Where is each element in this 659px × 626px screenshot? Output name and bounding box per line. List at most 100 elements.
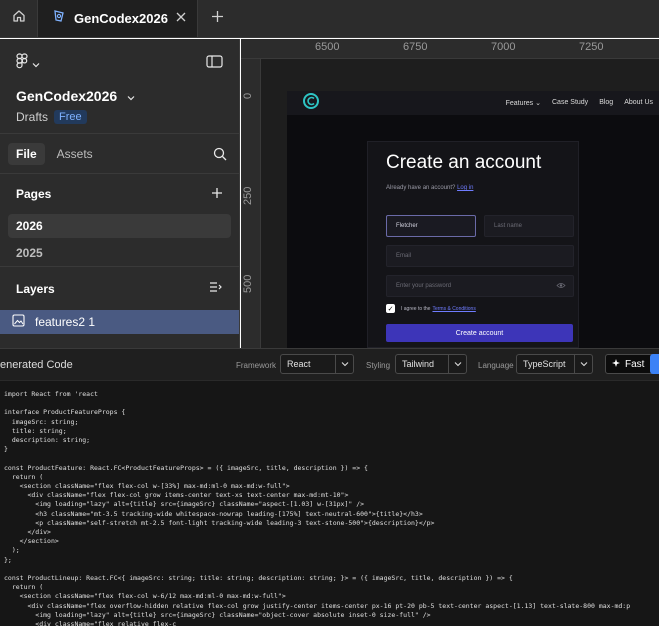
image-icon	[12, 314, 25, 330]
tab-assets[interactable]: Assets	[49, 143, 101, 165]
signup-subtitle: Already have an account? Log in	[386, 185, 473, 191]
ruler-tick: 7250	[579, 41, 604, 53]
eye-icon	[556, 282, 566, 291]
pages-heading: Pages	[16, 187, 52, 201]
project-header: GenCodex2026 Drafts Free	[0, 39, 239, 134]
fast-mode-button[interactable]: Fast	[605, 354, 655, 374]
design-frame[interactable]: Features ⌄ Case Study Blog About Us Crea…	[287, 91, 659, 348]
figma-file-icon	[52, 9, 66, 28]
panel-tabs: File Assets	[0, 134, 239, 174]
ruler-tick: 500	[242, 274, 254, 293]
code-line: <section className="flex flex-col w-[33%…	[4, 482, 290, 490]
layer-item[interactable]: features2 1	[0, 310, 239, 334]
layers-heading: Layers	[16, 281, 55, 296]
terms-row: ✓ I agree to the Terms & Conditions	[386, 304, 476, 313]
code-line: import React from 'react	[4, 390, 98, 398]
add-page-icon[interactable]	[211, 187, 223, 202]
sparkle-icon	[612, 358, 620, 370]
nav-link-blog: Blog	[599, 99, 614, 106]
generate-button[interactable]	[650, 354, 659, 374]
collapse-layers-icon[interactable]	[209, 281, 223, 296]
code-line: );	[4, 546, 20, 555]
code-line: </section>	[4, 537, 59, 546]
code-line: interface ProductFeatureProps {	[4, 408, 126, 417]
search-icon[interactable]	[213, 147, 227, 166]
layers-header: Layers	[0, 266, 239, 310]
code-line: <img loading="lazy" alt={title} src={ima…	[4, 500, 365, 509]
first-name-field: Fletcher	[386, 215, 476, 237]
nav-link-features: Features ⌄	[505, 100, 541, 107]
new-tab-button[interactable]	[198, 0, 236, 37]
chevron-down-icon	[574, 355, 592, 373]
drafts-link[interactable]: Drafts	[16, 110, 48, 124]
figma-logo-icon	[16, 53, 28, 74]
design-canvas[interactable]: 6500 6750 7000 7250 0 250 500 Features ⌄…	[241, 39, 659, 348]
language-select[interactable]: TypeScript	[516, 354, 593, 374]
ruler-vertical: 0 250 500	[241, 59, 261, 348]
code-line: title: string;	[4, 426, 67, 435]
signup-card: Create an account Already have an accoun…	[367, 141, 579, 348]
code-panel-title: enerated Code	[0, 359, 73, 371]
home-tab[interactable]	[0, 0, 38, 37]
code-line: return (	[4, 583, 44, 592]
language-label: Language	[478, 361, 514, 370]
tab-file[interactable]: File	[8, 142, 45, 165]
menu-row	[16, 53, 223, 74]
main-menu-button[interactable]	[16, 53, 40, 74]
language-value: TypeScript	[523, 359, 566, 369]
fast-label: Fast	[625, 358, 645, 370]
signup-subtitle-text: Already have an account?	[386, 185, 456, 191]
chevron-down-icon	[127, 88, 135, 104]
code-line: const ProductLineup: React.FC<{ imageSrc…	[4, 574, 513, 582]
ruler-tick: 250	[242, 186, 254, 205]
framework-label: Framework	[236, 361, 277, 370]
layer-name: features2 1	[35, 315, 96, 329]
mockup-nav-links: Features ⌄ Case Study Blog About Us	[506, 99, 653, 107]
page-item-2025[interactable]: 2025	[8, 246, 231, 258]
project-name: GenCodex2026	[16, 88, 118, 104]
code-line: <section className="flex flex-col w-6/12…	[4, 592, 286, 601]
code-line: <p className="self-stretch mt-2.5 font-l…	[4, 518, 435, 527]
styling-value: Tailwind	[402, 359, 435, 369]
ruler-tick: 6500	[315, 41, 340, 53]
password-placeholder: Enter your password	[396, 283, 452, 289]
email-field: Email	[386, 245, 574, 267]
agree-text: I agree to the	[401, 305, 431, 312]
code-toolbar: enerated Code Framework React Styling Ta…	[0, 349, 659, 381]
code-line: <h3 className="mt-3.5 tracking-wide whit…	[4, 509, 423, 518]
last-name-field: Last name	[484, 215, 574, 237]
terms-link: Terms & Conditions	[432, 305, 476, 312]
chevron-down-icon	[32, 55, 40, 73]
code-line: }	[4, 445, 8, 454]
ruler-tick: 6750	[403, 41, 428, 53]
styling-label: Styling	[366, 361, 391, 370]
ruler-tick: 0	[242, 92, 254, 99]
styling-select[interactable]: Tailwind	[395, 354, 467, 374]
tab-bar: GenCodex2026	[0, 0, 659, 38]
project-location: Drafts Free	[16, 110, 223, 124]
code-line: description: string;	[4, 436, 91, 444]
mockup-navbar: Features ⌄ Case Study Blog About Us	[287, 91, 659, 115]
page-item-2026[interactable]: 2026	[8, 214, 231, 238]
framework-select[interactable]: React	[280, 354, 354, 374]
code-line: const ProductFeature: React.FC<ProductFe…	[4, 463, 368, 472]
code-line: return (	[4, 472, 44, 481]
password-field: Enter your password	[386, 275, 574, 297]
code-line: <div className="flex relative flex-c	[4, 620, 177, 626]
file-tab[interactable]: GenCodex2026	[38, 0, 198, 37]
create-account-button: Create account	[386, 324, 573, 342]
ruler-horizontal: 6500 6750 7000 7250	[241, 39, 659, 59]
check-icon: ✓	[386, 304, 395, 313]
chevron-down-icon	[448, 355, 466, 373]
code-line: };	[4, 555, 12, 564]
code-line: <div className="flex overflow-hidden rel…	[4, 601, 631, 610]
signup-title: Create an account	[386, 152, 542, 173]
chevron-down-icon	[335, 355, 353, 373]
toggle-sidebar-icon[interactable]	[206, 54, 223, 73]
ruler-tick: 7000	[491, 41, 516, 53]
code-editor[interactable]: import React from 'react interface Produc…	[0, 387, 659, 626]
plan-badge: Free	[54, 110, 87, 124]
close-icon[interactable]	[175, 10, 187, 28]
generated-code-panel: enerated Code Framework React Styling Ta…	[0, 348, 659, 626]
project-name-button[interactable]: GenCodex2026	[16, 88, 223, 104]
